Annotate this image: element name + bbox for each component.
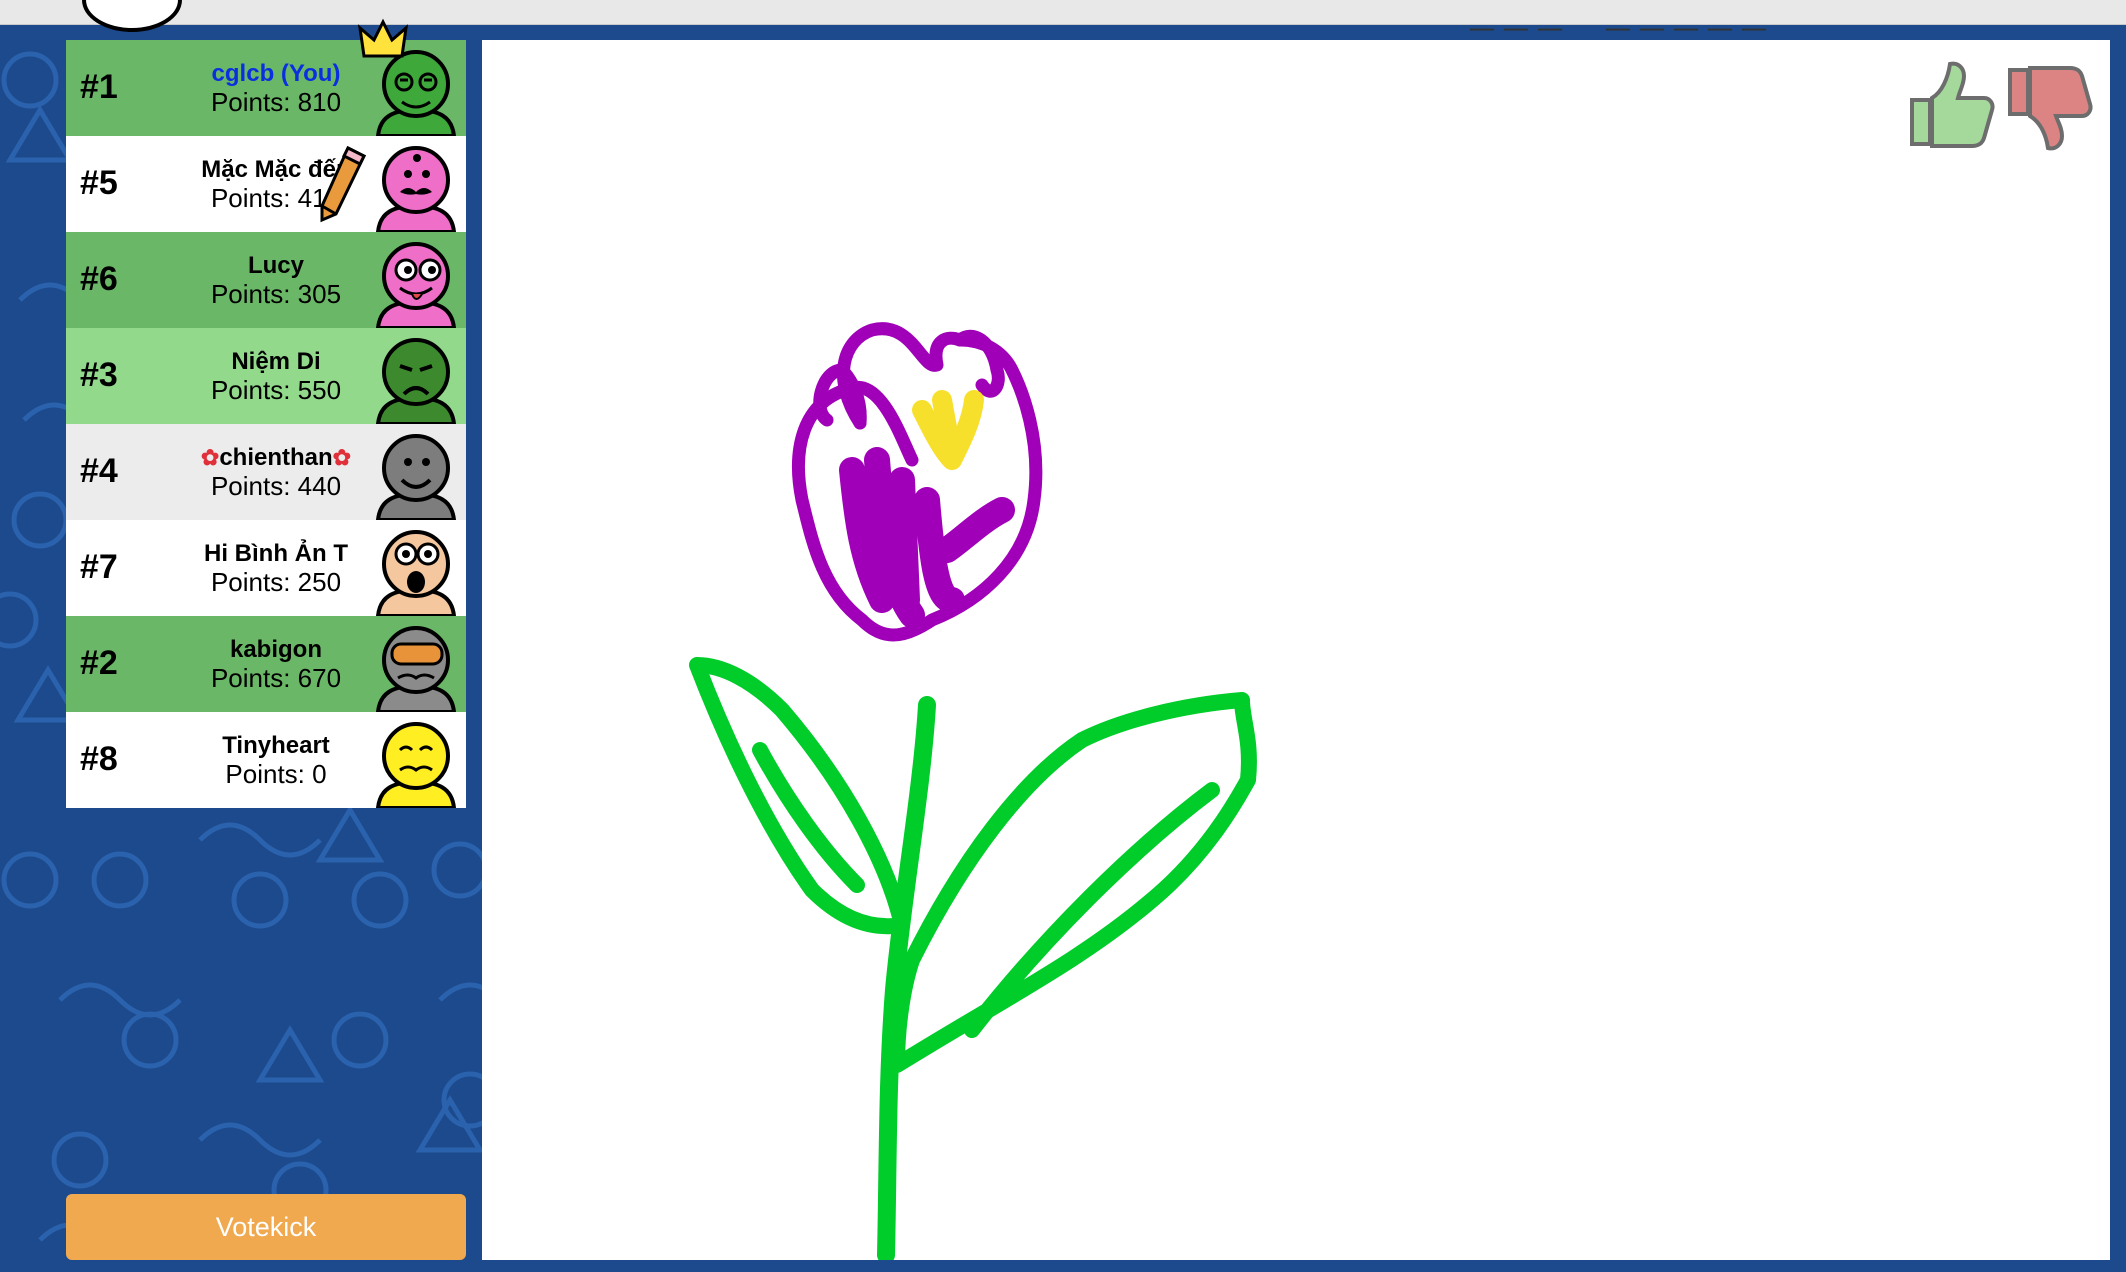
player-rank: #1 [80, 68, 118, 106]
player-name-text: Lucy [247, 252, 304, 279]
flower-drawing [689, 322, 1257, 1260]
doodle-shape [231, 871, 289, 929]
player-name-text: Hi Bình Ản T [204, 540, 348, 567]
player-name: Niệm Di [166, 348, 386, 376]
player-rank: #6 [80, 260, 118, 298]
avatar [370, 136, 462, 234]
player-info: kabigon Points: 670 [166, 636, 386, 692]
hibiscus-icon: ✿ [200, 445, 220, 470]
player-info: Lucy Points: 305 [166, 252, 386, 308]
player-row[interactable]: #5 Mặc Mặc đến Points: 410 [66, 136, 466, 234]
player-rank: #8 [80, 740, 118, 778]
thumbs-up-icon[interactable] [1902, 58, 1998, 154]
word-hint: ___ _____ [1470, 0, 1777, 39]
doodle-shape [51, 1131, 109, 1189]
doodle-shape [121, 1011, 179, 1069]
player-info: cglcb (You) Points: 810 [166, 60, 386, 116]
player-name: cglcb (You) [166, 60, 386, 88]
player-points: Points: 0 [225, 759, 327, 789]
player-row[interactable]: #3 Niệm Di Points: 550 [66, 328, 466, 426]
doodle-shape [331, 1011, 389, 1069]
player-row[interactable]: #6 Lucy Points: 305 [66, 232, 466, 330]
doodle-shape [198, 1122, 322, 1158]
drawing-canvas[interactable] [482, 40, 2110, 1260]
doodle-shape [351, 871, 409, 929]
player-info: ✿chienthan✿ Points: 440 [166, 444, 386, 500]
flower-center [912, 390, 984, 470]
avatar [370, 616, 462, 714]
doodle-shape [0, 591, 39, 649]
player-points: Points: 440 [210, 471, 342, 501]
player-name-text: kabigon [229, 636, 322, 663]
player-name: kabigon [166, 636, 386, 664]
player-rank: #4 [80, 452, 118, 490]
avatar [370, 232, 462, 330]
doodle-shape [315, 805, 385, 863]
player-row[interactable]: #2 kabigon Points: 670 [66, 616, 466, 714]
player-name: Hi Bình Ản T [166, 540, 386, 568]
doodle-shape [198, 822, 322, 858]
player-points: Points: 810 [210, 87, 342, 117]
pencil-icon [320, 145, 367, 223]
player-name-text: Niệm Di [231, 348, 321, 375]
flower-right-leaf [889, 692, 1257, 1073]
doodle-shape [5, 105, 75, 163]
avatar [370, 424, 462, 522]
player-list: #1 cglcb (You) Points: 810 #5 Mặc Mặc đế… [66, 18, 466, 810]
avatar [370, 328, 462, 426]
doodle-shape [11, 491, 69, 549]
player-name: Tinyheart [166, 732, 386, 760]
doodle-shape [1, 851, 59, 909]
avatar [370, 520, 462, 618]
player-points: Points: 305 [210, 279, 342, 309]
player-row[interactable]: #1 cglcb (You) Points: 810 [66, 18, 466, 138]
votekick-button[interactable]: Votekick [66, 1194, 466, 1260]
avatar [370, 712, 462, 810]
player-name: Lucy [166, 252, 386, 280]
player-name-text: chienthan [219, 444, 333, 471]
player-info: Hi Bình Ản T Points: 250 [166, 540, 386, 596]
player-rank: #2 [80, 644, 118, 682]
doodle-shape [1, 51, 59, 109]
player-row[interactable]: #4 ✿chienthan✿ Points: 440 [66, 424, 466, 522]
player-rank: #5 [80, 164, 118, 202]
player-points: Points: 250 [210, 567, 342, 597]
player-points: Points: 550 [210, 375, 342, 405]
player-name-text: Tinyheart [222, 732, 330, 759]
player-row[interactable]: #7 Hi Bình Ản T Points: 250 [66, 520, 466, 618]
thumbs-down-icon[interactable] [2002, 58, 2098, 154]
flower-left-leaf [689, 657, 910, 935]
player-info: Niệm Di Points: 550 [166, 348, 386, 404]
top-bar: ___ _____ [0, 0, 2126, 39]
player-rank: #3 [80, 356, 118, 394]
player-row[interactable]: #8 Tinyheart Points: 0 [66, 712, 466, 810]
player-rank: #7 [80, 548, 118, 586]
doodle-shape [255, 1025, 325, 1083]
doodle-shape [58, 982, 182, 1018]
player-name-text: cglcb (You) [211, 60, 341, 87]
doodle-shape [431, 841, 489, 899]
doodle-shape [91, 851, 149, 909]
hibiscus-icon: ✿ [332, 445, 352, 470]
player-points: Points: 670 [210, 663, 342, 693]
crown-icon [358, 18, 408, 58]
player-info: Tinyheart Points: 0 [166, 732, 386, 788]
player-name: ✿chienthan✿ [166, 444, 386, 472]
